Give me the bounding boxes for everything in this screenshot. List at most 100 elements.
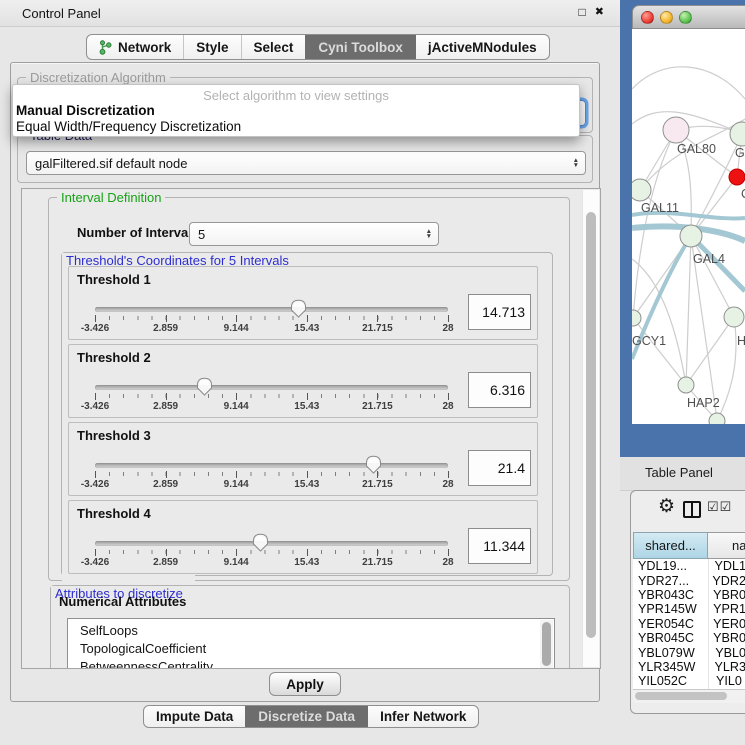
node-bottom[interactable] — [709, 413, 725, 424]
close-window-icon[interactable] — [641, 11, 654, 24]
panel-title: Control Panel — [22, 6, 101, 21]
numerical-attributes-label: Numerical Attributes — [59, 594, 186, 609]
network-window-titlebar[interactable] — [632, 5, 745, 29]
tick-label: 15.43 — [294, 401, 319, 412]
right-region: GAL80GACGAL11GAL4HGCY1HAP2 Table Panel ⚙… — [620, 0, 745, 745]
threshold-value-field[interactable]: 21.4 — [468, 450, 531, 486]
list-scrollbar[interactable] — [540, 620, 553, 669]
threshold-value-field[interactable]: 6.316 — [468, 372, 531, 408]
node-gcy1[interactable] — [632, 310, 641, 326]
algorithm-option-manual-discretization[interactable]: Manual Discretization — [16, 103, 155, 118]
threshold-slider-thumb[interactable] — [290, 299, 307, 318]
node-gal11[interactable] — [632, 179, 651, 201]
vertical-scrollbar-thumb[interactable] — [586, 212, 596, 638]
bottom-tab-bar: Impute Data Discretize Data Infer Networ… — [143, 705, 479, 728]
column-header-name[interactable]: na — [708, 532, 745, 559]
checkbox-icon[interactable]: ☑ — [720, 499, 732, 515]
attribute-item-topologicalcoefficient[interactable]: TopologicalCoefficient — [68, 640, 554, 658]
column-layout-icon[interactable] — [683, 501, 701, 518]
numerical-attributes-list[interactable]: SelfLoopsTopologicalCoefficientBetweenne… — [67, 618, 555, 669]
table-row[interactable]: YDR27...YDR2 — [633, 573, 745, 587]
column-divider — [708, 559, 709, 689]
tab-select[interactable]: Select — [241, 35, 306, 59]
major-tick — [95, 315, 96, 322]
threshold-slider-thumb[interactable] — [196, 377, 213, 396]
threshold-value-field[interactable]: 11.344 — [468, 528, 531, 564]
table-settings-gear-icon[interactable]: ⚙ — [658, 494, 675, 520]
table-row[interactable]: YLR345WYLR3 — [633, 660, 745, 674]
node-gal4[interactable] — [680, 225, 702, 247]
tick-label: 9.144 — [224, 479, 249, 490]
close-panel-icon[interactable]: ✖ — [595, 5, 604, 19]
group-title: Interval Definition — [57, 190, 165, 205]
threshold-slider-track[interactable] — [95, 307, 448, 312]
network-edge — [686, 317, 734, 385]
tab-network[interactable]: Network — [87, 35, 183, 59]
threshold-label: Threshold 3 — [77, 428, 151, 443]
tab-impute-data[interactable]: Impute Data — [144, 706, 245, 727]
major-tick — [307, 471, 308, 478]
node-right-mid[interactable] — [724, 307, 744, 327]
attributes-group: Attributes to discretize Numerical Attri… — [50, 585, 570, 669]
apply-button[interactable]: Apply — [269, 672, 341, 696]
number-of-intervals-combobox[interactable]: 5 ▲▼ — [189, 222, 439, 246]
table-panel-title: Table Panel — [645, 465, 713, 480]
major-tick — [236, 393, 237, 400]
algorithm-option-equal-width-frequency-discretization[interactable]: Equal Width/Frequency Discretization — [16, 119, 241, 134]
minimize-window-icon[interactable] — [660, 11, 673, 24]
slider-ticks — [95, 550, 449, 554]
tab-discretize-data[interactable]: Discretize Data — [245, 706, 367, 727]
node-red[interactable] — [729, 169, 745, 185]
threshold-slider-track[interactable] — [95, 385, 448, 390]
slider-ticks — [95, 394, 449, 398]
table-row[interactable]: YBR043CYBR0 — [633, 588, 745, 602]
node-label-c: C — [741, 187, 745, 201]
threshold-label: Threshold 1 — [77, 272, 151, 287]
tab-cyni-toolbox[interactable]: Cyni Toolbox — [305, 35, 415, 59]
table-row[interactable]: YIL052CYIL0 — [633, 674, 745, 688]
table-hscrollbar-thumb[interactable] — [635, 692, 727, 700]
table-row[interactable]: YPR145WYPR1 — [633, 602, 745, 616]
major-tick — [166, 393, 167, 400]
table-data-combobox[interactable]: galFiltered.sif default node ▲▼ — [26, 151, 586, 175]
tab-jactivemnodules[interactable]: jActiveMNodules — [415, 35, 549, 59]
network-canvas[interactable]: GAL80GACGAL11GAL4HGCY1HAP2 — [632, 29, 745, 424]
tick-label: -3.426 — [81, 479, 109, 490]
zoom-window-icon[interactable] — [679, 11, 692, 24]
attribute-item-selfloops[interactable]: SelfLoops — [68, 622, 554, 640]
node-label-hap2: HAP2 — [687, 396, 720, 410]
threshold-slider-track[interactable] — [95, 463, 448, 468]
network-icon — [99, 40, 112, 55]
vertical-scrollbar[interactable] — [582, 190, 599, 667]
threshold-slider-thumb[interactable] — [252, 533, 269, 552]
threshold-slider-thumb[interactable] — [365, 455, 382, 474]
table-row[interactable]: YBR045CYBR0 — [633, 631, 745, 645]
threshold-slider-track[interactable] — [95, 541, 448, 546]
threshold-coordinates-group: Threshold's Coordinates for 5 Intervals … — [61, 252, 553, 576]
float-window-icon[interactable]: □ — [579, 5, 586, 19]
threshold-panel-4: Threshold 4 11.344 -3.4262.8599.14415.43… — [68, 500, 538, 574]
threshold-value-field[interactable]: 14.713 — [468, 294, 531, 330]
attribute-item-betweennesscentrality[interactable]: BetweennessCentrality — [68, 658, 554, 669]
node-gal80[interactable] — [663, 117, 689, 143]
node-label-gal80: GAL80 — [677, 142, 716, 156]
tab-infer-network[interactable]: Infer Network — [367, 706, 478, 727]
major-tick — [95, 471, 96, 478]
table-row[interactable]: YBL079WYBL0 — [633, 645, 745, 659]
node-hap2[interactable] — [678, 377, 694, 393]
table-hscrollbar[interactable] — [633, 689, 745, 703]
table-row[interactable]: YER054CYER0 — [633, 617, 745, 631]
node-label-ga: GA — [735, 146, 745, 160]
tick-label: -3.426 — [81, 323, 109, 334]
threshold-label: Threshold 4 — [77, 506, 151, 521]
select-columns-icons[interactable]: ☑☑ — [707, 499, 731, 515]
table-row[interactable]: YDL19...YDL1 — [633, 559, 745, 573]
major-tick — [166, 471, 167, 478]
tab-style[interactable]: Style — [183, 35, 240, 59]
column-header-shared-name[interactable]: shared... — [633, 532, 708, 559]
checkbox-icon[interactable]: ☑ — [707, 499, 719, 515]
major-tick — [95, 549, 96, 556]
list-scrollbar-thumb[interactable] — [542, 622, 551, 666]
tick-label: 2.859 — [153, 557, 178, 568]
number-of-intervals-label: Number of Intervals — [77, 225, 199, 240]
